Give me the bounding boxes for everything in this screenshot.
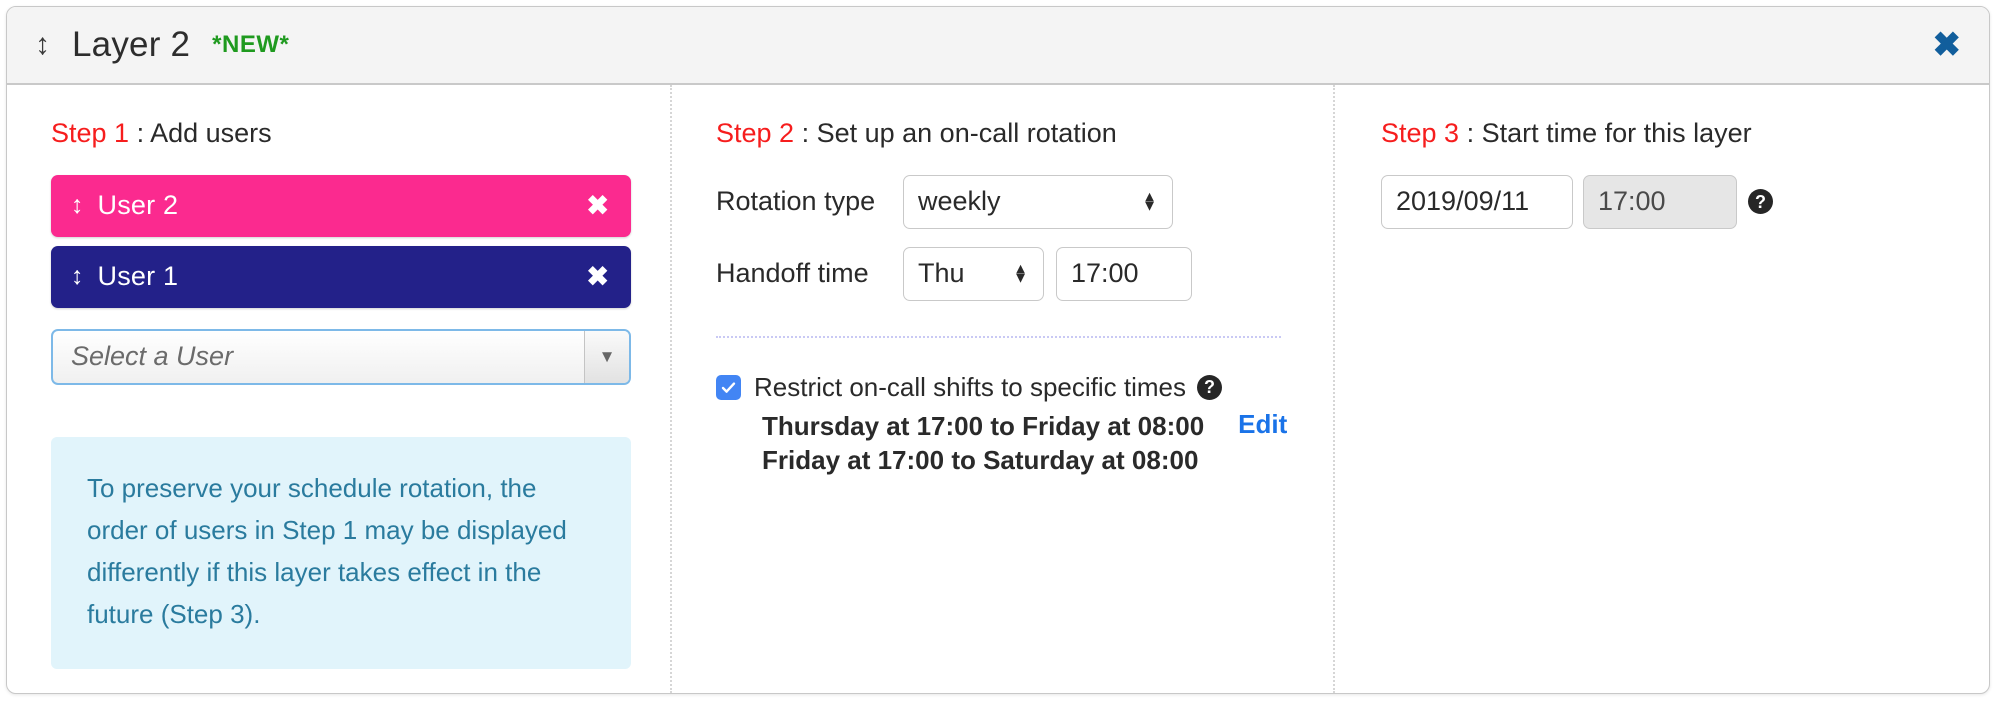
user-name: User 1	[97, 261, 179, 292]
start-time-row: 2019/09/11 17:00 ?	[1381, 174, 1959, 229]
rotation-type-select[interactable]: weekly ▲ ▼	[903, 174, 1173, 229]
restricted-shift-list: Thursday at 17:00 to Friday at 08:00 Fri…	[716, 409, 1303, 478]
close-icon[interactable]: ✖	[1933, 28, 1962, 62]
layer-editor-card: ↕ Layer 2 *NEW* ✖ Step 1 : Add users ↕ U…	[6, 6, 1990, 694]
shift-lines: Thursday at 17:00 to Friday at 08:00 Fri…	[762, 409, 1204, 478]
shift-line: Thursday at 17:00 to Friday at 08:00	[762, 410, 1205, 441]
layer-drag-handle-icon[interactable]: ↕	[35, 30, 50, 60]
step3-heading: Step 3 : Start time for this layer	[1381, 118, 1959, 149]
user-drag-handle-icon[interactable]: ↕	[71, 193, 84, 218]
step1-column: Step 1 : Add users ↕ User 2 ✖ ↕ User 1 ✖…	[7, 85, 670, 693]
user-name: User 2	[97, 190, 179, 221]
step3-column: Step 3 : Start time for this layer 2019/…	[1333, 85, 1989, 693]
start-date-value: 2019/09/11	[1396, 186, 1530, 217]
select-user-dropdown[interactable]: Select a User ▼	[51, 328, 631, 385]
spinner-arrows-icon: ▲ ▼	[1013, 260, 1028, 287]
help-icon[interactable]: ?	[1748, 189, 1773, 215]
step1-number: Step 1	[51, 118, 130, 148]
rotation-type-value: weekly	[918, 186, 1001, 217]
handoff-time-row: Handoff time Thu ▲ ▼ 17:00	[716, 246, 1303, 301]
handoff-day-value: Thu	[918, 258, 965, 289]
rotation-info-box: To preserve your schedule rotation, the …	[51, 436, 631, 670]
step3-title: Start time for this layer	[1481, 118, 1752, 148]
section-divider	[716, 335, 1281, 338]
step1-title: Add users	[150, 118, 272, 148]
remove-user-icon[interactable]: ✖	[586, 263, 609, 290]
start-date-input[interactable]: 2019/09/11	[1381, 174, 1573, 229]
layer-header: ↕ Layer 2 *NEW* ✖	[7, 7, 1989, 85]
step2-title: Set up an on-call rotation	[816, 118, 1117, 148]
start-time-input[interactable]: 17:00	[1583, 174, 1737, 229]
restrict-shifts-checkbox[interactable]	[716, 374, 741, 400]
layer-body: Step 1 : Add users ↕ User 2 ✖ ↕ User 1 ✖…	[7, 85, 1989, 693]
shift-line: Friday at 17:00 to Saturday at 08:00	[762, 445, 1199, 476]
layer-title: Layer 2	[72, 25, 191, 64]
select-user-placeholder: Select a User	[71, 341, 234, 372]
step3-separator: :	[1459, 118, 1482, 148]
step1-separator: :	[129, 118, 151, 148]
restrict-shifts-label: Restrict on-call shifts to specific time…	[754, 371, 1187, 402]
handoff-time-label: Handoff time	[716, 258, 869, 289]
handoff-time-input[interactable]: 17:00	[1056, 246, 1192, 301]
spinner-arrows-icon: ▲ ▼	[1142, 188, 1157, 215]
step3-number: Step 3	[1381, 118, 1460, 148]
rotation-type-row: Rotation type weekly ▲ ▼	[716, 174, 1303, 229]
user-chip[interactable]: ↕ User 1 ✖	[51, 245, 631, 308]
chevron-down-icon[interactable]: ▼	[584, 330, 629, 383]
handoff-day-select[interactable]: Thu ▲ ▼	[903, 246, 1044, 301]
help-icon[interactable]: ?	[1197, 374, 1223, 400]
step2-heading: Step 2 : Set up an on-call rotation	[716, 118, 1303, 149]
handoff-time-value: 17:00	[1071, 258, 1139, 289]
step2-separator: :	[794, 118, 817, 148]
step1-heading: Step 1 : Add users	[51, 118, 640, 149]
user-chip[interactable]: ↕ User 2 ✖	[51, 174, 631, 237]
new-badge: *NEW*	[212, 31, 290, 58]
restrict-shifts-block: Restrict on-call shifts to specific time…	[716, 372, 1303, 478]
rotation-type-label: Rotation type	[716, 186, 876, 217]
restrict-shifts-row: Restrict on-call shifts to specific time…	[716, 372, 1303, 403]
user-drag-handle-icon[interactable]: ↕	[71, 264, 84, 289]
edit-restrictions-link[interactable]: Edit	[1238, 409, 1287, 440]
start-time-value: 17:00	[1598, 186, 1666, 217]
step2-number: Step 2	[716, 118, 795, 148]
remove-user-icon[interactable]: ✖	[586, 192, 609, 219]
step2-column: Step 2 : Set up an on-call rotation Rota…	[670, 85, 1333, 693]
